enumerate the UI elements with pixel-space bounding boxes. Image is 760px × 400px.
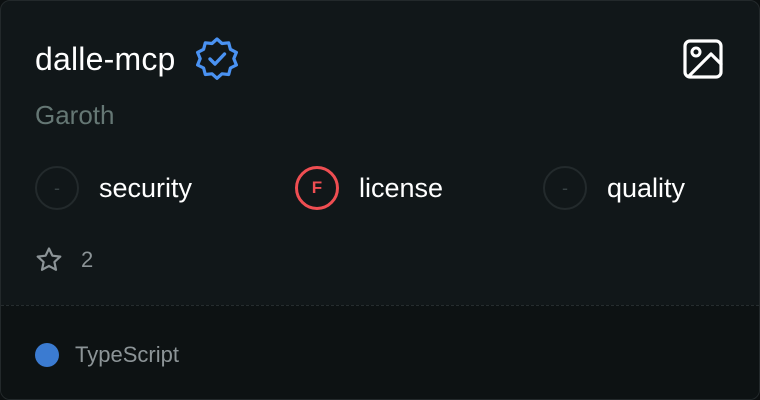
star-icon (36, 247, 62, 271)
server-card[interactable]: dalle-mcp Garoth - security F license - … (0, 0, 760, 400)
star-count[interactable]: 2 (35, 245, 93, 275)
language-color-dot (35, 343, 59, 367)
card-footer: TypeScript (1, 305, 759, 399)
author-name[interactable]: Garoth (35, 97, 115, 133)
language-tag: TypeScript (35, 340, 179, 370)
verified-badge-icon (194, 36, 240, 82)
card-title[interactable]: dalle-mcp (35, 37, 176, 81)
security-grade: - (35, 166, 79, 210)
quality-score[interactable]: - quality (543, 164, 685, 212)
title-row: dalle-mcp (35, 37, 240, 81)
license-grade: F (295, 166, 339, 210)
security-score[interactable]: - security (35, 164, 192, 212)
star-count-value: 2 (81, 247, 94, 272)
license-score[interactable]: F license (295, 164, 443, 212)
quality-grade: - (543, 166, 587, 210)
security-label: security (99, 173, 193, 203)
language-name: TypeScript (75, 342, 179, 367)
license-label: license (359, 173, 444, 203)
score-row: - security F license - quality (35, 164, 735, 212)
quality-label: quality (607, 173, 686, 203)
image-icon[interactable] (681, 37, 725, 81)
